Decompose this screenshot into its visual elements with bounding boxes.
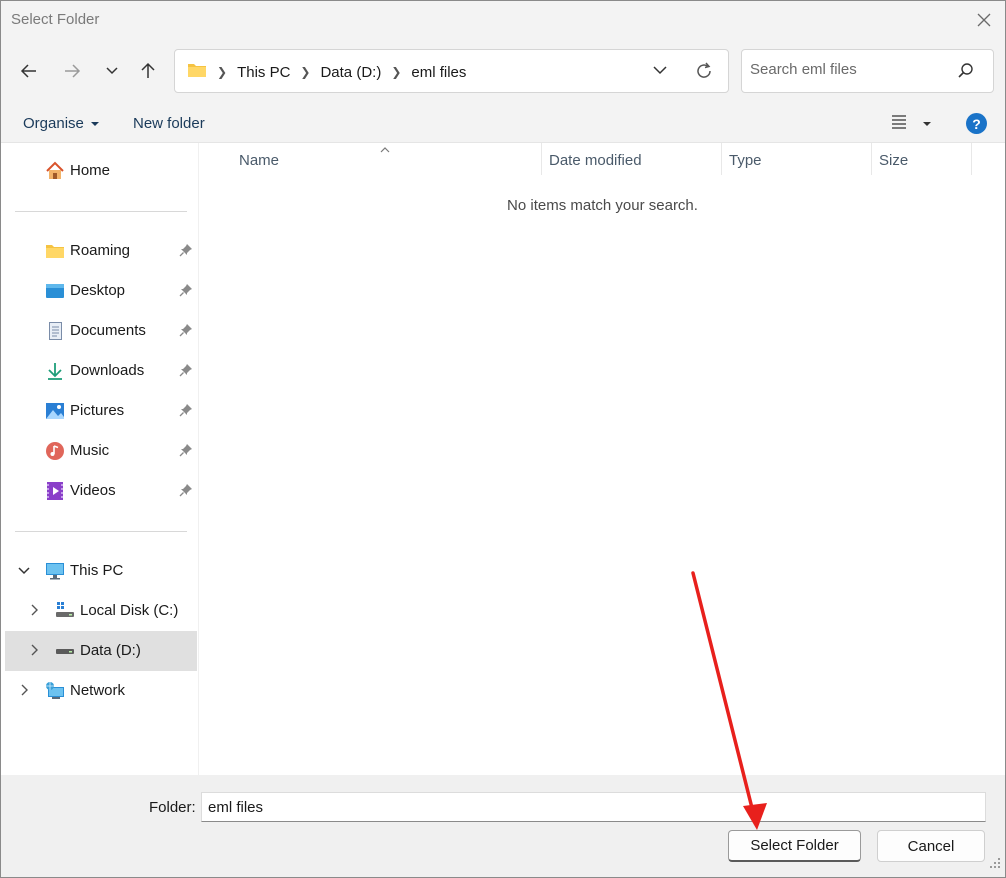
sidebar-item-data-d[interactable]: Data (D:) <box>5 631 197 671</box>
home-icon <box>45 161 65 181</box>
file-list: Name Date modified Type Size No items ma… <box>200 143 1005 775</box>
column-header-type[interactable]: Type <box>722 143 871 175</box>
pin-icon[interactable] <box>179 283 193 301</box>
chevron-right-icon[interactable] <box>27 603 41 621</box>
forward-arrow-icon[interactable] <box>58 57 86 85</box>
column-header-label: Date modified <box>549 152 642 169</box>
sidebar-item-home[interactable]: Home <box>5 151 197 191</box>
desktop-icon <box>45 281 65 301</box>
documents-icon <box>45 321 65 341</box>
breadcrumb-separator: ❯ <box>391 65 402 79</box>
sidebar-item-label: Music <box>70 442 110 459</box>
breadcrumb: ❯ This PC ❯ Data (D:) ❯ eml files <box>187 62 466 82</box>
sidebar-divider <box>15 211 187 212</box>
back-arrow-icon[interactable] <box>15 57 43 85</box>
cancel-button[interactable]: Cancel <box>877 830 985 862</box>
breadcrumb-data-d[interactable]: Data (D:) <box>320 64 381 81</box>
empty-state-message: No items match your search. <box>507 197 698 214</box>
title-bar: Select Folder <box>1 1 1005 39</box>
window-title: Select Folder <box>11 11 100 28</box>
navigation-pane: Home Roaming Desktop Documents Downloads… <box>1 143 199 775</box>
select-folder-button[interactable]: Select Folder <box>728 830 861 862</box>
refresh-icon[interactable] <box>694 61 714 85</box>
search-box <box>741 49 994 93</box>
breadcrumb-separator: ❯ <box>300 65 311 79</box>
sidebar-item-label: Documents <box>70 322 146 339</box>
pin-icon[interactable] <box>179 363 193 381</box>
chevron-down-icon[interactable] <box>17 563 31 581</box>
column-separator[interactable] <box>971 143 972 175</box>
pin-icon[interactable] <box>179 323 193 341</box>
drive-icon <box>55 641 75 661</box>
breadcrumb-eml-files[interactable]: eml files <box>411 64 466 81</box>
address-bar[interactable]: ❯ This PC ❯ Data (D:) ❯ eml files <box>174 49 729 93</box>
videos-icon <box>45 481 65 501</box>
music-icon <box>45 441 65 461</box>
windows-drive-icon <box>55 601 75 621</box>
folder-name-input[interactable] <box>201 792 986 822</box>
sidebar-item-videos[interactable]: Videos <box>5 471 197 511</box>
sidebar-item-music[interactable]: Music <box>5 431 197 471</box>
search-input[interactable] <box>750 61 950 78</box>
caret-down-icon <box>922 115 932 132</box>
pin-icon[interactable] <box>179 403 193 421</box>
column-header-label: Size <box>879 152 909 169</box>
new-folder-button[interactable]: New folder <box>133 115 205 132</box>
column-header-name[interactable]: Name <box>200 143 541 175</box>
help-icon[interactable]: ? <box>966 113 987 134</box>
pin-icon[interactable] <box>179 243 193 261</box>
select-folder-dialog: Select Folder ❯ This PC ❯ Data (D:) ❯ em… <box>0 0 1006 878</box>
sidebar-item-local-disk-c[interactable]: Local Disk (C:) <box>5 591 197 631</box>
navigation-bar: ❯ This PC ❯ Data (D:) ❯ eml files <box>1 39 1005 103</box>
view-options-button[interactable] <box>890 113 932 133</box>
column-header-label: Name <box>239 152 280 169</box>
folder-label: Folder: <box>149 799 196 816</box>
sidebar-item-label: Local Disk (C:) <box>80 602 179 619</box>
sidebar-item-label: Videos <box>70 482 116 499</box>
sidebar-item-label: Desktop <box>70 282 126 299</box>
chevron-right-icon[interactable] <box>17 683 31 701</box>
column-header-label: Type <box>729 152 762 169</box>
folder-icon <box>45 241 65 261</box>
pictures-icon <box>45 401 65 421</box>
sidebar-item-label: Home <box>70 162 111 179</box>
close-icon[interactable] <box>973 9 995 31</box>
chevron-right-icon[interactable] <box>27 643 41 661</box>
list-view-icon <box>890 113 908 133</box>
column-header-size[interactable]: Size <box>872 143 971 175</box>
breadcrumb-this-pc[interactable]: This PC <box>237 64 290 81</box>
column-header-date-modified[interactable]: Date modified <box>542 143 721 175</box>
sidebar-item-roaming[interactable]: Roaming <box>5 231 197 271</box>
sidebar-item-label: Roaming <box>70 242 131 259</box>
dialog-footer: Folder: Select Folder Cancel <box>1 775 1005 877</box>
sidebar-item-label: Data (D:) <box>80 642 141 659</box>
sidebar-item-network[interactable]: Network <box>5 671 197 711</box>
monitor-icon <box>45 561 65 581</box>
network-icon <box>45 681 65 701</box>
address-dropdown-chevron-icon[interactable] <box>652 62 668 82</box>
pin-icon[interactable] <box>179 483 193 501</box>
folder-icon <box>187 62 207 82</box>
search-icon[interactable] <box>957 62 975 84</box>
organise-button[interactable]: Organise <box>23 115 100 132</box>
breadcrumb-separator: ❯ <box>217 65 228 79</box>
sidebar-divider <box>15 531 187 532</box>
organise-label: Organise <box>23 115 84 132</box>
resize-grip-icon[interactable] <box>989 856 1001 873</box>
command-bar: Organise New folder ? <box>1 103 1005 143</box>
recent-locations-chevron-icon[interactable] <box>98 57 126 85</box>
download-icon <box>45 361 65 381</box>
pin-icon[interactable] <box>179 443 193 461</box>
up-arrow-icon[interactable] <box>134 57 162 85</box>
caret-down-icon <box>90 115 100 132</box>
sidebar-item-this-pc[interactable]: This PC <box>5 551 197 591</box>
sidebar-item-label: This PC <box>70 562 124 579</box>
sidebar-item-label: Network <box>70 682 126 699</box>
sidebar-item-pictures[interactable]: Pictures <box>5 391 197 431</box>
sidebar-item-label: Downloads <box>70 362 145 379</box>
sidebar-item-label: Pictures <box>70 402 125 419</box>
sidebar-item-desktop[interactable]: Desktop <box>5 271 197 311</box>
sidebar-item-documents[interactable]: Documents <box>5 311 197 351</box>
sidebar-item-downloads[interactable]: Downloads <box>5 351 197 391</box>
